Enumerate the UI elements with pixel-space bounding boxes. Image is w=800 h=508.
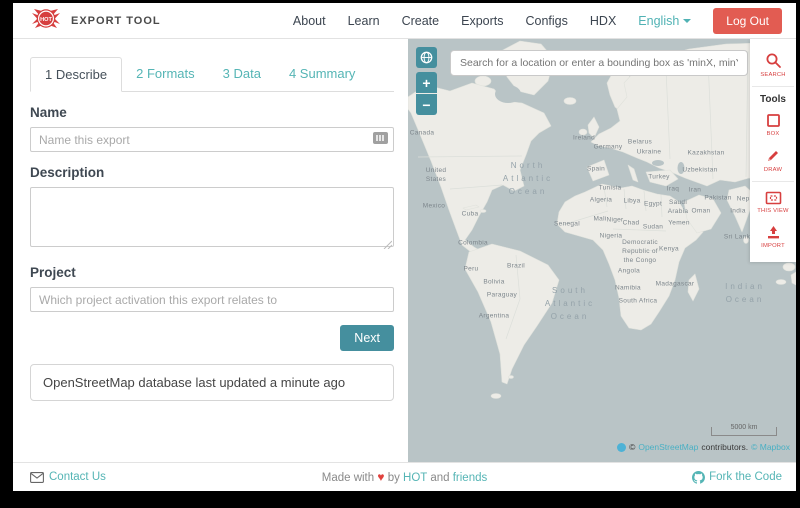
import-icon — [766, 225, 781, 240]
next-button[interactable]: Next — [340, 325, 394, 351]
nav-item-learn[interactable]: Learn — [348, 14, 380, 28]
map-scale-bar: 5000 km — [711, 427, 777, 436]
language-dropdown[interactable]: English — [638, 14, 691, 28]
database-status-box: OpenStreetMap database last updated a mi… — [30, 364, 394, 401]
globe-extent-button[interactable] — [416, 47, 437, 68]
globe-icon — [420, 51, 433, 64]
brand-title: EXPORT TOOL — [71, 15, 161, 27]
app-window: HOT EXPORT TOOL About Learn Create Expor… — [13, 3, 796, 491]
credits-text: by — [388, 472, 400, 484]
hot-link[interactable]: HOT — [403, 472, 427, 484]
tool-this-view-button[interactable]: THIS VIEW — [752, 185, 794, 219]
heart-icon: ♥ — [377, 470, 384, 484]
box-icon — [766, 113, 781, 128]
map-canvas[interactable]: North Atlantic OceanSouth Atlantic Ocean… — [408, 39, 796, 462]
tool-draw-button[interactable]: DRAW — [752, 142, 794, 178]
zoom-in-button[interactable]: + — [416, 72, 437, 93]
logout-button[interactable]: Log Out — [713, 8, 782, 34]
zoom-out-button[interactable]: − — [416, 94, 437, 115]
nav-item-about[interactable]: About — [293, 14, 326, 28]
tab-describe[interactable]: 1 Describe — [30, 57, 122, 92]
credits-text: and — [430, 472, 449, 484]
description-textarea[interactable] — [30, 187, 394, 247]
search-icon — [765, 52, 782, 69]
divider — [752, 86, 794, 87]
wizard-tabs: 1 Describe 2 Formats 3 Data 4 Summary — [30, 56, 394, 92]
nav-menu: About Learn Create Exports Configs HDX E… — [293, 8, 782, 34]
brand[interactable]: HOT EXPORT TOOL — [30, 6, 161, 36]
this-view-icon — [765, 191, 782, 205]
friends-link[interactable]: friends — [453, 472, 488, 484]
credits: Made with ♥ by HOT and friends — [13, 470, 796, 484]
name-input[interactable] — [30, 127, 394, 152]
attribution-text: contributors. — [701, 442, 748, 452]
mapbox-logo-icon — [617, 443, 626, 452]
contact-us-link[interactable]: Contact Us — [30, 471, 106, 483]
keyboard-icon[interactable] — [373, 132, 388, 144]
chevron-down-icon — [683, 19, 691, 23]
footer: Contact Us Made with ♥ by HOT and friend… — [13, 462, 796, 491]
project-label: Project — [30, 265, 394, 280]
tab-formats[interactable]: 2 Formats — [122, 57, 209, 92]
attribution-text: © — [629, 442, 635, 452]
project-input[interactable] — [30, 287, 394, 312]
fork-the-code-link[interactable]: Fork the Code — [692, 471, 782, 484]
tool-box-button[interactable]: BOX — [752, 107, 794, 142]
envelope-icon — [30, 472, 44, 483]
export-wizard-panel: 1 Describe 2 Formats 3 Data 4 Summary Na… — [13, 39, 408, 462]
scale-label: 5000 km — [712, 424, 776, 431]
tool-import-button[interactable]: IMPORT — [752, 219, 794, 254]
osm-link[interactable]: OpenStreetMap — [638, 442, 698, 452]
github-icon — [692, 471, 705, 484]
tools-title: Tools — [760, 94, 786, 105]
tab-data[interactable]: 3 Data — [209, 57, 275, 92]
mapbox-link[interactable]: © Mapbox — [751, 442, 790, 452]
world-map-graphic — [408, 39, 796, 462]
svg-text:HOT: HOT — [40, 17, 52, 23]
nav-item-create[interactable]: Create — [402, 14, 440, 28]
name-label: Name — [30, 105, 394, 120]
hot-logo-icon: HOT — [30, 6, 62, 36]
map-tools-panel: SEARCH Tools BOX DRAW — [750, 39, 796, 262]
search-button[interactable]: SEARCH — [752, 46, 794, 83]
credits-text: Made with — [322, 472, 374, 484]
description-label: Description — [30, 165, 394, 180]
nav-item-exports[interactable]: Exports — [461, 14, 503, 28]
map-search-input[interactable] — [450, 50, 748, 76]
tab-summary[interactable]: 4 Summary — [275, 57, 369, 92]
divider — [752, 181, 794, 182]
draw-icon — [765, 148, 781, 164]
map-attribution: © OpenStreetMap contributors. © Mapbox — [617, 442, 790, 452]
nav-item-hdx[interactable]: HDX — [590, 14, 616, 28]
navbar: HOT EXPORT TOOL About Learn Create Expor… — [13, 3, 796, 39]
nav-item-configs[interactable]: Configs — [526, 14, 568, 28]
